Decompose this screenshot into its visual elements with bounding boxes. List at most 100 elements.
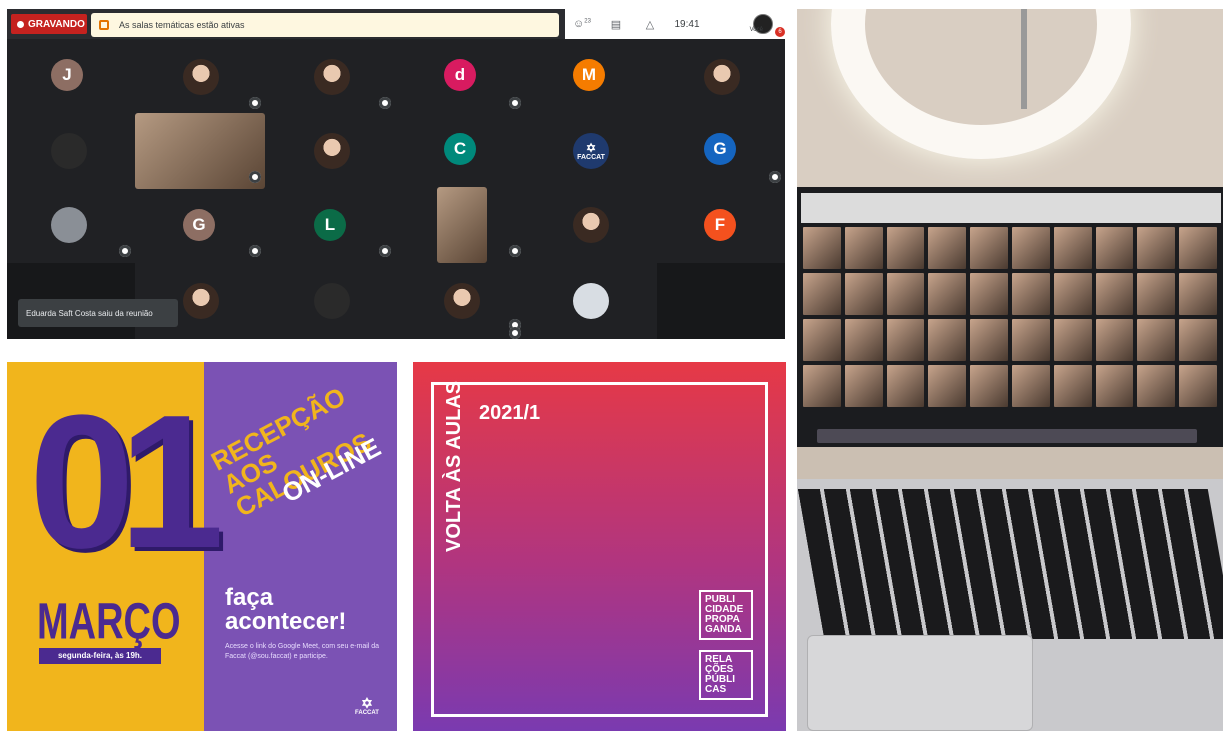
self-label: Você [749, 27, 763, 33]
video-thumb [1137, 227, 1176, 269]
video-thumb [1053, 273, 1092, 315]
breakout-rooms-icon [99, 20, 109, 30]
participant-photo[interactable] [573, 283, 609, 319]
video-thumb [1011, 365, 1050, 407]
poster-year: 2021/1 [479, 402, 541, 424]
participant-tile[interactable]: d [444, 59, 476, 91]
participant-tile[interactable]: F [704, 209, 736, 241]
video-thumb [803, 273, 841, 315]
mic-off-icon [249, 171, 261, 183]
participant-photo[interactable] [444, 283, 480, 319]
participant-tile[interactable]: G [183, 209, 215, 241]
video-thumb [1137, 319, 1176, 361]
video-thumb [970, 227, 1008, 269]
participant-initial: L [324, 215, 336, 234]
poster-day: 01 [29, 376, 224, 588]
video-thumb [928, 319, 967, 361]
mic-off-icon [509, 97, 521, 109]
video-thumb [970, 273, 1008, 315]
google-meet-screenshot: GRAVANDO As salas temáticas estão ativas… [7, 9, 785, 339]
welcome-poster: 01 MARÇO segunda-feira, às 19h. RECEPÇÃO… [7, 362, 397, 731]
video-thumb [1137, 365, 1176, 407]
participant-photo[interactable] [51, 207, 87, 243]
video-thumb [1011, 273, 1050, 315]
faccat-mark-icon: ✡ [361, 695, 373, 711]
participant-photo[interactable] [183, 59, 219, 95]
video-thumb [1053, 365, 1092, 407]
faccat-logo-text: FACCAT [355, 710, 379, 716]
participant-tile[interactable]: ✡ FACCAT [573, 133, 609, 169]
notification-badge: 6 [775, 27, 785, 37]
video-thumb [1179, 273, 1217, 315]
mic-off-icon [379, 245, 391, 257]
video-thumb [928, 365, 967, 407]
video-thumb [803, 365, 841, 407]
browser-bar [801, 193, 1221, 223]
meet-toolbar: ☺23 ▤ △ 19:41 Você 6 [565, 9, 785, 39]
grid-gap [657, 263, 785, 339]
participant-video[interactable] [135, 113, 265, 189]
video-thumb [844, 319, 883, 361]
video-thumb [886, 365, 925, 407]
participant-tile[interactable]: G [704, 133, 736, 165]
video-thumb [1095, 319, 1134, 361]
video-thumb [1179, 365, 1217, 407]
participant-initial: C [453, 139, 467, 158]
video-thumb [1179, 319, 1217, 361]
mic-off-icon [249, 97, 261, 109]
faccat-label: FACCAT [577, 153, 605, 161]
trackpad [807, 635, 1033, 731]
video-thumb [886, 319, 925, 361]
mic-off-icon [249, 245, 261, 257]
banner-text: As salas temáticas estão ativas [119, 20, 245, 30]
video-thumb [844, 273, 883, 315]
video-thumb [803, 319, 841, 361]
mic-off-icon [509, 327, 521, 339]
activities-button[interactable]: △ [633, 18, 667, 31]
video-thumb [1095, 227, 1134, 269]
participant-video[interactable] [437, 187, 487, 263]
participant-photo[interactable] [573, 207, 609, 243]
mac-dock [817, 429, 1197, 443]
participant-tile[interactable]: M [573, 59, 605, 91]
participant-photo[interactable] [314, 59, 350, 95]
record-dot-icon [17, 20, 24, 28]
video-thumb [928, 273, 967, 315]
keyboard-keys [797, 489, 1223, 639]
collage: GRAVANDO As salas temáticas estão ativas… [0, 0, 1223, 731]
video-thumb [970, 319, 1008, 361]
faccat-logo-icon: ✡ [585, 140, 597, 155]
mic-off-icon [509, 245, 521, 257]
video-thumb [970, 365, 1008, 407]
course-box-relacoes: RELA ÇÕES PÚBLI CAS [699, 650, 753, 700]
video-thumb [844, 227, 883, 269]
participant-tile[interactable]: C [444, 133, 476, 165]
clock: 19:41 [674, 18, 700, 30]
chat-button[interactable]: ▤ [599, 18, 633, 31]
poster-call: faça acontecer! [225, 584, 347, 635]
participant-initial: J [62, 65, 72, 84]
chat-icon: ▤ [610, 18, 622, 31]
video-thumb [844, 365, 883, 407]
participant-initial: G [192, 215, 206, 234]
course-box-publicidade: PUBLI CIDADE PROPA GANDA [699, 590, 753, 640]
laptop-keyboard-deck [797, 479, 1223, 731]
participant-tile[interactable]: L [314, 209, 346, 241]
participant-photo[interactable] [183, 283, 219, 319]
participant-photo[interactable] [314, 133, 350, 169]
poster-body: Acesse o link do Google Meet, com seu e-… [225, 643, 380, 660]
video-thumb [928, 227, 967, 269]
participant-photo[interactable] [704, 59, 740, 95]
participants-button[interactable]: ☺23 [565, 18, 599, 30]
back-to-class-poster: VOLTA ÀS AULAS 2021/1 PUBLI CIDADE PROPA… [413, 362, 786, 731]
participant-photo[interactable] [314, 283, 350, 319]
recording-badge: GRAVANDO [11, 14, 87, 34]
video-thumb [1095, 365, 1134, 407]
breakout-rooms-banner[interactable]: As salas temáticas estão ativas [91, 13, 559, 37]
poster-month: MARÇO [37, 594, 181, 651]
video-thumb [1011, 319, 1050, 361]
participant-photo[interactable] [51, 133, 87, 169]
video-call-grid [803, 227, 1217, 407]
participant-initial: F [714, 215, 726, 234]
participant-tile[interactable]: J [51, 59, 83, 91]
